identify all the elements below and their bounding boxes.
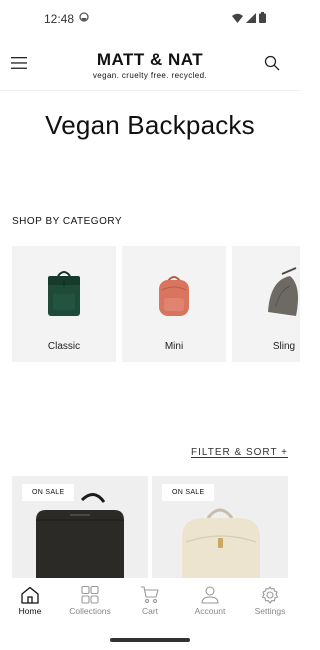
category-name: Sling xyxy=(272,341,296,352)
gear-icon xyxy=(261,586,279,604)
classic-backpack-image xyxy=(48,271,80,316)
nav-label: Collections xyxy=(69,606,111,616)
battery-icon xyxy=(259,12,266,23)
nav-label: Account xyxy=(194,606,226,616)
product-grid: ON SALE ON SALE xyxy=(12,476,300,578)
section-heading-shop-by-category: SHOP BY CATEGORY xyxy=(12,216,123,227)
sling-bag-image xyxy=(268,267,298,316)
nav-item-cart[interactable]: Cart xyxy=(120,586,180,616)
search-icon[interactable] xyxy=(264,55,280,71)
grid-icon xyxy=(81,586,99,604)
nav-label: Home xyxy=(18,606,42,616)
notification-icon xyxy=(79,12,89,22)
status-bar: 12:48 xyxy=(0,0,300,38)
account-icon xyxy=(201,586,219,604)
category-card-classic[interactable]: Classic xyxy=(12,246,116,362)
nav-item-account[interactable]: Account xyxy=(180,586,240,616)
nav-label: Settings xyxy=(254,606,286,616)
bottom-navigation: Home Collections Cart Account Settings xyxy=(0,578,300,626)
mini-backpack-image xyxy=(159,276,189,316)
category-carousel[interactable]: Classic Mini Sling xyxy=(12,246,300,362)
page-title: Vegan Backpacks xyxy=(45,110,255,140)
app-header: MATT & NAT vegan. cruelty free. recycled… xyxy=(0,40,300,91)
category-name: Classic xyxy=(47,341,81,352)
gesture-navigation-bar[interactable] xyxy=(110,638,190,642)
status-time: 12:48 xyxy=(44,12,75,26)
nav-item-collections[interactable]: Collections xyxy=(60,586,120,616)
brand-name: MATT & NAT xyxy=(96,50,204,69)
status-icons xyxy=(232,12,266,23)
brand-tagline: vegan. cruelty free. recycled. xyxy=(92,71,208,80)
product-card[interactable]: ON SALE xyxy=(152,476,288,578)
nav-item-home[interactable]: Home xyxy=(0,586,60,616)
brand-logo[interactable]: MATT & NAT vegan. cruelty free. recycled… xyxy=(0,50,300,80)
nav-label: Cart xyxy=(141,606,159,616)
product-card[interactable]: ON SALE xyxy=(12,476,148,578)
category-card-sling[interactable]: Sling xyxy=(232,246,300,362)
cart-icon xyxy=(141,586,159,604)
signal-icon xyxy=(246,12,256,23)
home-icon xyxy=(21,586,39,604)
filter-sort-button[interactable]: FILTER & SORT + xyxy=(191,447,288,458)
category-card-mini[interactable]: Mini xyxy=(122,246,226,362)
nav-item-settings[interactable]: Settings xyxy=(240,586,300,616)
black-backpack-image xyxy=(36,493,124,578)
cream-backpack-image xyxy=(182,508,260,578)
category-name: Mini xyxy=(164,341,184,352)
wifi-icon xyxy=(232,13,243,23)
